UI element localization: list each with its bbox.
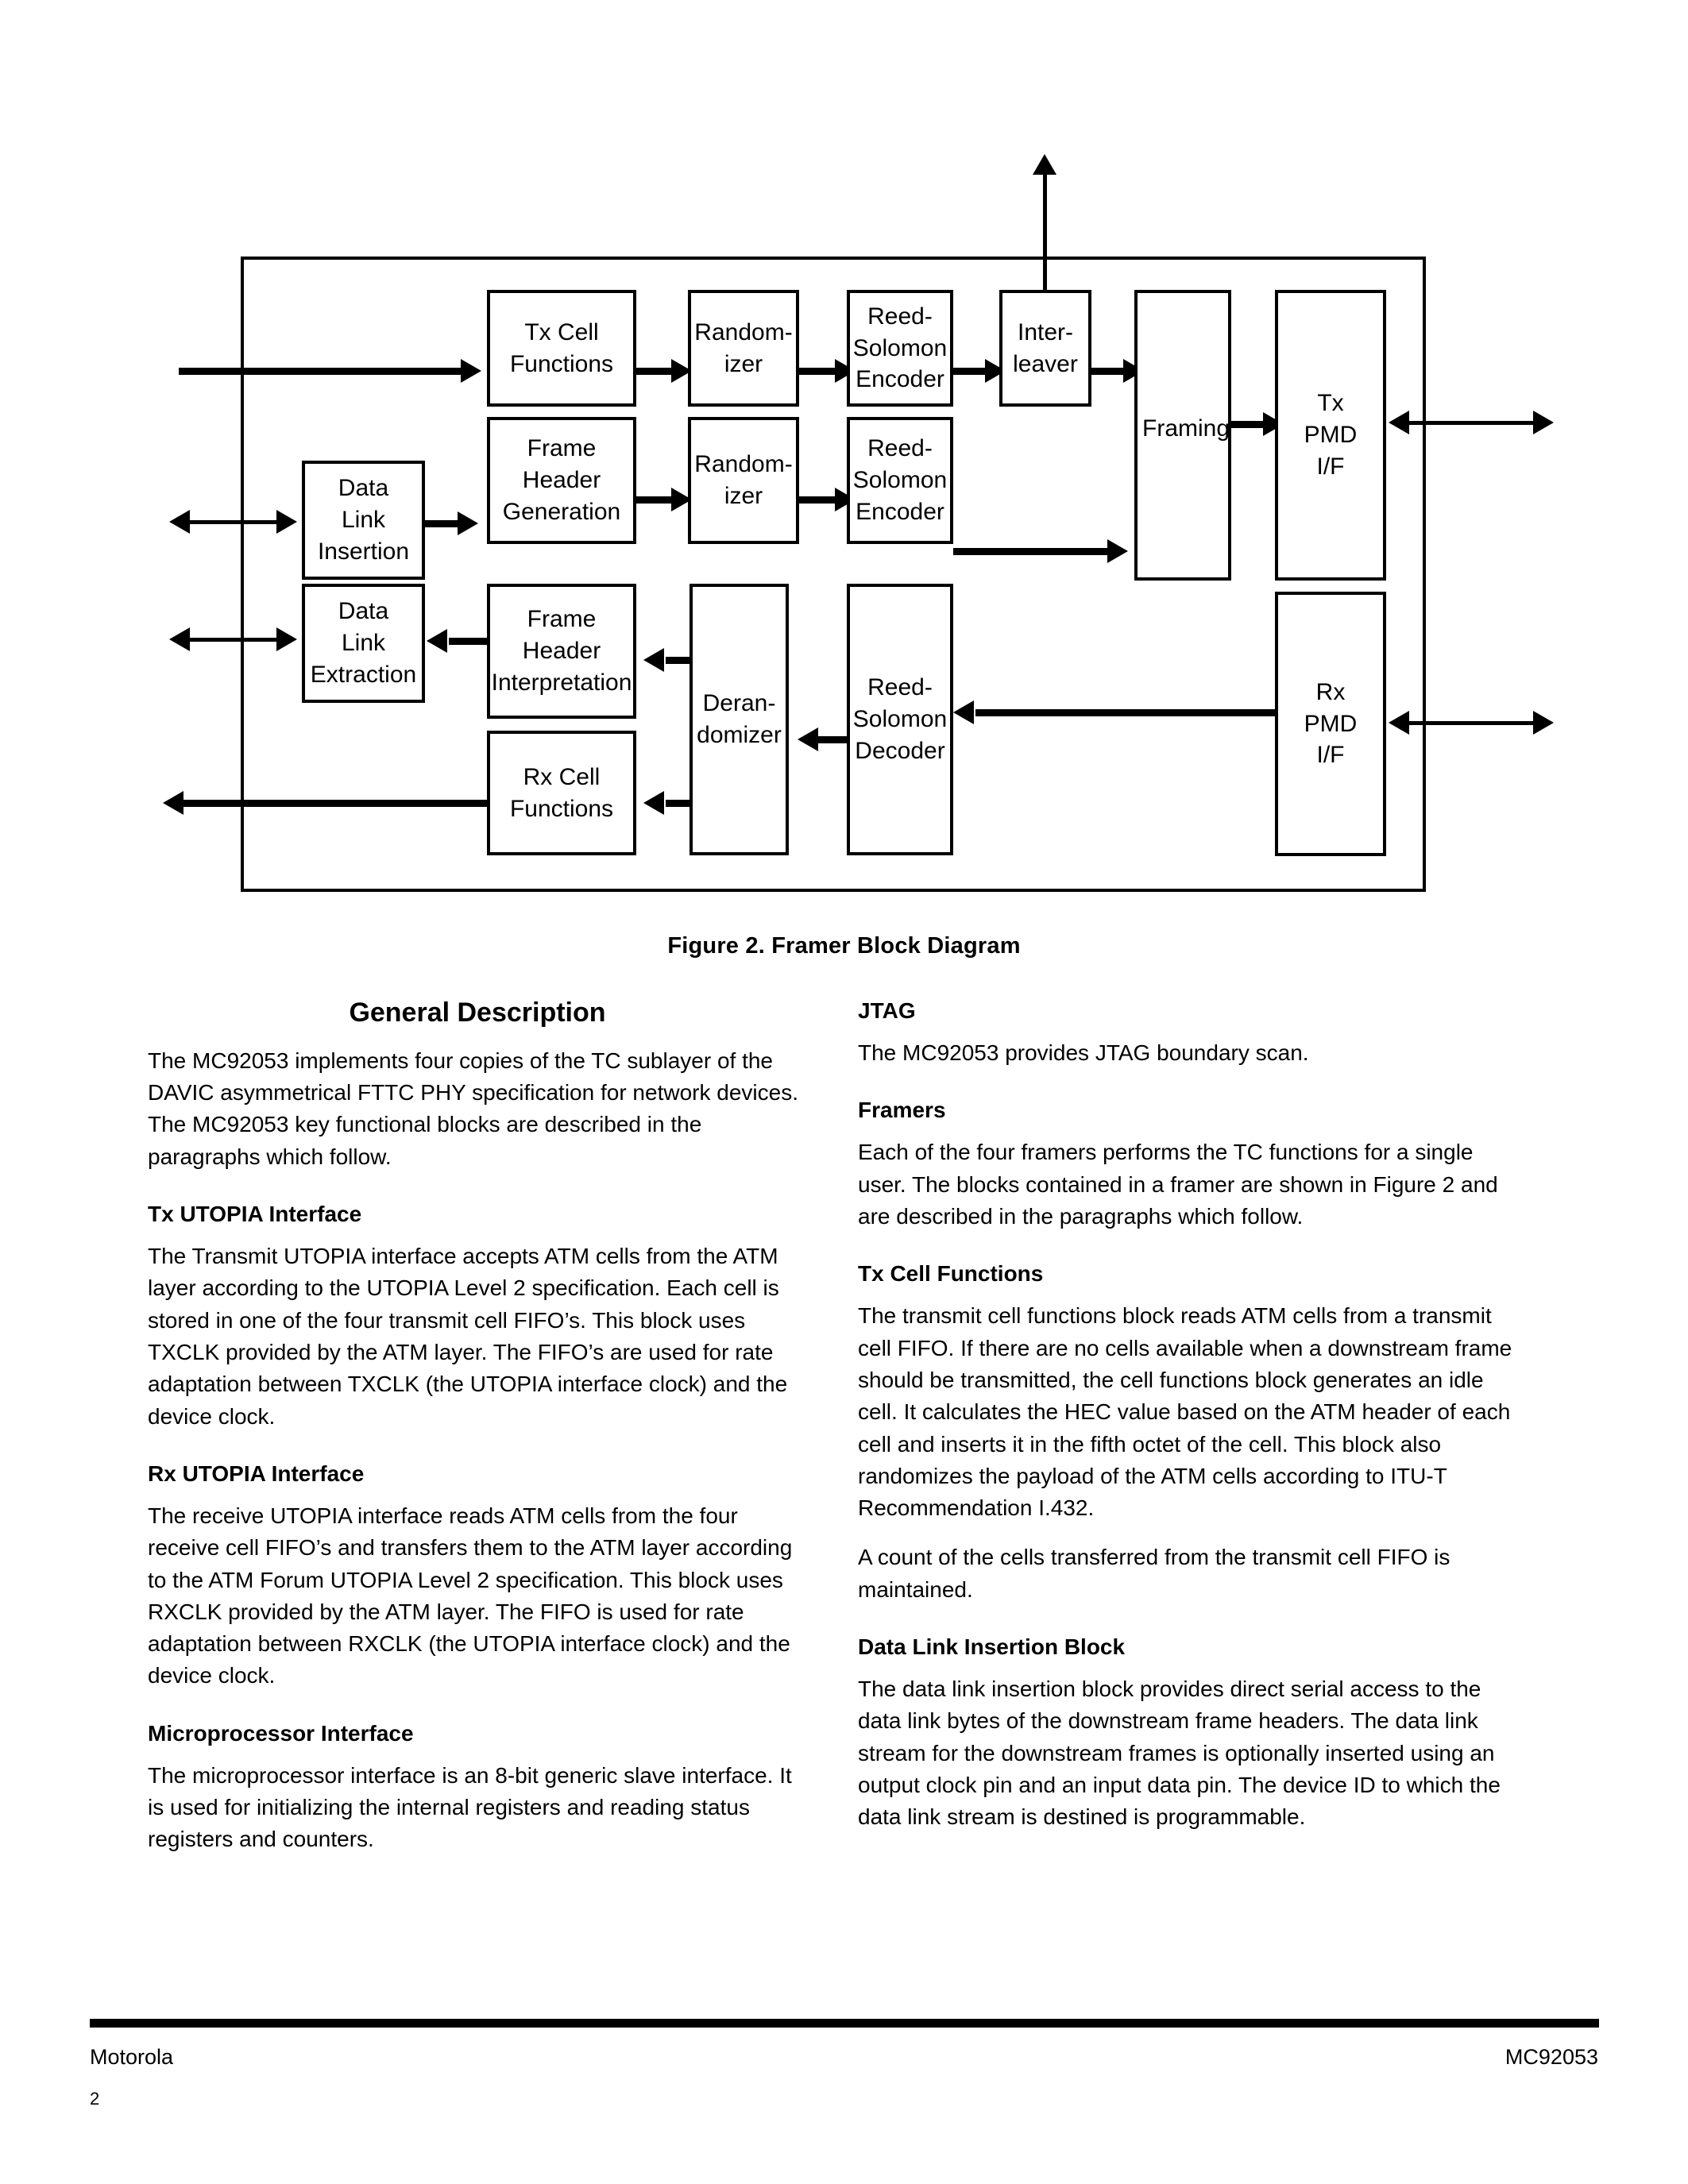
block-frame-header-generation: Frame Header Generation [487,417,636,544]
block-label: Data Link Extraction [310,598,417,688]
heading-rx-utopia-interface: Rx UTOPIA Interface [148,1461,365,1486]
datasheet-page: Tx Cell Functions Random- izer Reed- Sol… [0,0,1688,2184]
paragraph-data-link-insertion-block: The data link insertion block provides d… [858,1677,1501,1830]
derand-to-rxcell-arrowhead [643,791,664,815]
tx-input-line [179,368,465,375]
block-derandomizer: Deran- domizer [689,584,789,855]
block-randomizer-2: Random- izer [688,417,799,544]
block-label: Frame Header Interpretation [491,606,632,696]
dl-extraction-external-left-arrowhead [169,627,190,651]
footer-page-number: 2 [90,2089,100,2109]
footer-part-number: MC92053 [1505,2045,1598,2069]
right-column: JTAG The MC92053 provides JTAG boundary … [858,997,1517,1834]
heading-tx-cell-functions: Tx Cell Functions [858,1261,1044,1287]
block-interleaver: Inter- leaver [999,290,1091,407]
heading-tx-utopia-interface: Tx UTOPIA Interface [148,1202,362,1227]
fhi-to-dl-extraction-line [449,638,487,645]
left-column: General Description The MC92053 implemen… [148,997,807,1856]
rsdec-to-derand-arrowhead [798,727,818,751]
block-data-link-extraction: Data Link Extraction [302,584,425,703]
block-frame-header-interpretation: Frame Header Interpretation [487,584,636,719]
heading-framers: Framers [858,1098,946,1123]
paragraph-tx-cell-functions-count: A count of the cells transferred from th… [858,1545,1450,1602]
dl-insertion-input-arrowhead [276,510,297,534]
block-rx-cell-functions: Rx Cell Functions [487,731,636,855]
tx-cell-to-rand1-line [636,368,676,375]
derand-to-rxcell-line [666,800,691,807]
paragraph-framers: Each of the four framers performs the TC… [858,1140,1498,1229]
dl-insertion-to-fhg-arrowhead [458,511,478,535]
rxpmd-to-rsdec-line [975,709,1287,716]
rx-pmd-external-line [1396,721,1547,725]
block-label: Frame Header Generation [502,435,621,525]
general-description-intro: The MC92053 implements four copies of th… [148,1048,798,1169]
block-label: Tx PMD I/F [1304,390,1358,480]
block-randomizer-1: Random- izer [688,290,799,407]
block-label: Rx Cell Functions [509,763,614,822]
tx-pmd-external-right-arrowhead [1533,411,1554,434]
tx-pmd-external-left-arrowhead [1389,411,1409,434]
tx-pmd-external-line [1396,421,1547,425]
block-label: Rx PMD I/F [1304,678,1358,769]
body-text-columns: General Description The MC92053 implemen… [148,997,1578,1934]
rs2-to-framing-arrowhead [1107,539,1128,563]
tx-input-arrowhead [461,359,481,383]
fhi-to-dl-extraction-arrowhead [427,629,447,653]
block-data-link-insertion: Data Link Insertion [302,461,425,580]
rxpmd-to-rsdec-arrowhead [953,700,974,724]
paragraph-tx-utopia-interface: The Transmit UTOPIA interface accepts AT… [148,1244,788,1429]
rs2-to-framing-line [953,548,1112,555]
paragraph-jtag: The MC92053 provides JTAG boundary scan. [858,1040,1309,1065]
block-label: Random- izer [694,451,793,509]
block-label: Inter- leaver [1013,318,1078,377]
paragraph-microprocessor-interface: The microprocessor interface is an 8-bit… [148,1762,792,1852]
dl-extraction-external-line [176,638,292,642]
dl-insertion-external-left-arrowhead [169,510,190,534]
block-reed-solomon-encoder-2: Reed- Solomon Encoder [847,417,953,544]
block-label: Deran- domizer [697,690,782,748]
rx-output-line [181,800,489,807]
footer-company: Motorola [90,2045,174,2069]
figure-caption: Figure 2. Framer Block Diagram [667,933,1021,959]
heading-jtag: JTAG [858,998,916,1023]
block-framing-label: Framing [1142,415,1230,442]
heading-data-link-insertion-block: Data Link Insertion Block [858,1634,1126,1660]
block-label: Data Link Insertion [317,475,410,565]
paragraph-tx-cell-functions: The transmit cell functions block reads … [858,1303,1512,1521]
block-rx-pmd-if: Rx PMD I/F [1275,592,1386,856]
derand-to-fhi-line [666,657,691,664]
block-label: Reed- Solomon Decoder [852,674,948,764]
block-label: Reed- Solomon Encoder [852,303,948,393]
block-reed-solomon-decoder: Reed- Solomon Decoder [847,584,953,855]
rx-pmd-external-right-arrowhead [1533,711,1554,735]
general-description-title: General Description [349,997,606,1028]
block-label: Random- izer [694,318,793,377]
heading-microprocessor-interface: Microprocessor Interface [148,1720,414,1746]
rx-output-arrowhead [163,791,183,815]
interleaver-external-up-arrowhead [1033,154,1056,175]
fhg-to-rand2-line [636,496,676,504]
framer-block-diagram: Tx Cell Functions Random- izer Reed- Sol… [0,0,1688,959]
dl-insertion-external-line [176,520,292,524]
footer-rule [90,2019,1599,2028]
block-tx-pmd-if: Tx PMD I/F [1275,290,1386,581]
block-reed-solomon-encoder-1: Reed- Solomon Encoder [847,290,953,407]
block-tx-cell-functions: Tx Cell Functions [487,290,636,407]
derand-to-fhi-arrowhead [643,648,664,672]
block-label: Reed- Solomon Encoder [852,435,948,525]
paragraph-rx-utopia-interface: The receive UTOPIA interface reads ATM c… [148,1503,793,1688]
rsdec-to-derand-line [818,736,850,743]
dl-extraction-input-arrowhead [276,627,297,651]
block-label: Tx Cell Functions [509,318,614,377]
rx-pmd-external-left-arrowhead [1389,711,1409,735]
